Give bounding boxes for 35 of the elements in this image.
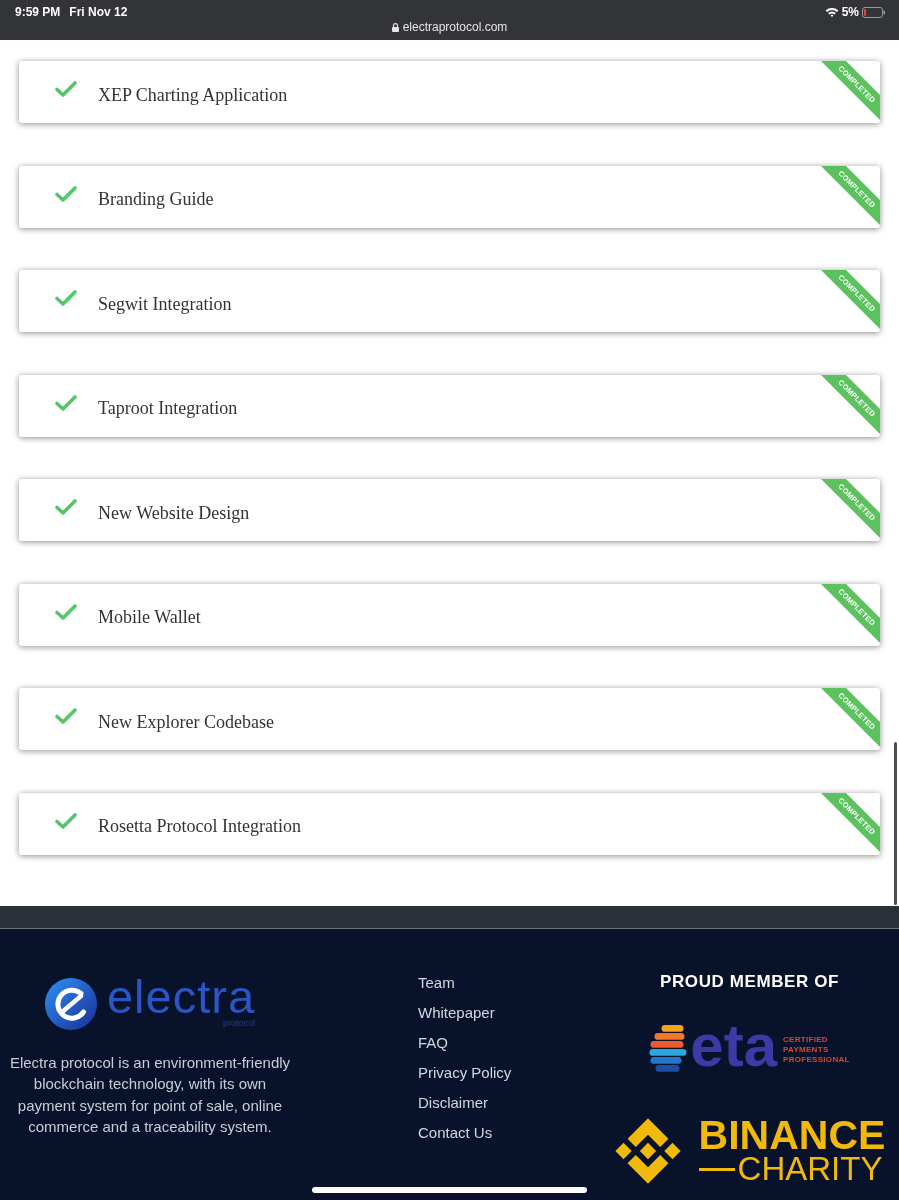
eta-tagline: PAYMENTS <box>783 1044 830 1055</box>
date-label: Fri Nov 12 <box>69 6 128 18</box>
electra-logo-icon <box>44 978 97 1030</box>
eta-tagline: PROFESSIONAL <box>783 1054 850 1065</box>
footer-link[interactable]: FAQ <box>418 1028 448 1058</box>
footer-link[interactable]: Privacy Policy <box>418 1058 512 1088</box>
dash-line <box>698 1167 735 1171</box>
milestone-title: XEP Charting Application <box>98 85 288 104</box>
footer-link[interactable]: Team <box>418 968 455 998</box>
footer-description: Electra protocol is an environment-friendly blockchain technology, with its own payment system for point of sale, online commerce and a traceability system. <box>8 1053 292 1137</box>
milestone-title: Branding Guide <box>98 190 214 208</box>
lock-icon <box>391 22 399 32</box>
milestone-title: New Explorer Codebase <box>98 712 274 731</box>
milestone-title: Taproot Integration <box>98 399 238 417</box>
member-heading: PROUD MEMBER OF <box>660 972 839 992</box>
milestone-title: New Website Design <box>98 503 250 522</box>
battery-icon <box>862 6 885 18</box>
electra-wordmark: electra <box>106 974 256 1019</box>
clock-time: 9:59 PM <box>15 6 61 18</box>
binance-wordmark: BINANCE <box>698 1117 886 1153</box>
eta-wordmark: eta <box>690 1019 777 1072</box>
charity-wordmark: CHARITY <box>737 1153 883 1185</box>
milestone-title: Rosetta Protocol Integration <box>98 817 301 835</box>
url-text[interactable]: electraprotocol.com <box>402 21 508 33</box>
battery-percent: 5% <box>841 6 859 18</box>
eta-logo-icon <box>649 1025 688 1072</box>
wifi-icon <box>824 7 839 17</box>
footer-link[interactable]: Contact Us <box>418 1118 493 1148</box>
eta-tagline: CERTIFIED <box>783 1034 829 1045</box>
footer-link[interactable]: Disclaimer <box>418 1088 488 1118</box>
milestone-title: Mobile Wallet <box>98 608 201 626</box>
footer-link[interactable]: Whitepaper <box>418 998 495 1028</box>
binance-logo-icon <box>613 1117 682 1185</box>
protocol-wordmark: protocol <box>223 1018 256 1028</box>
milestone-title: Segwit Integration <box>98 294 232 313</box>
